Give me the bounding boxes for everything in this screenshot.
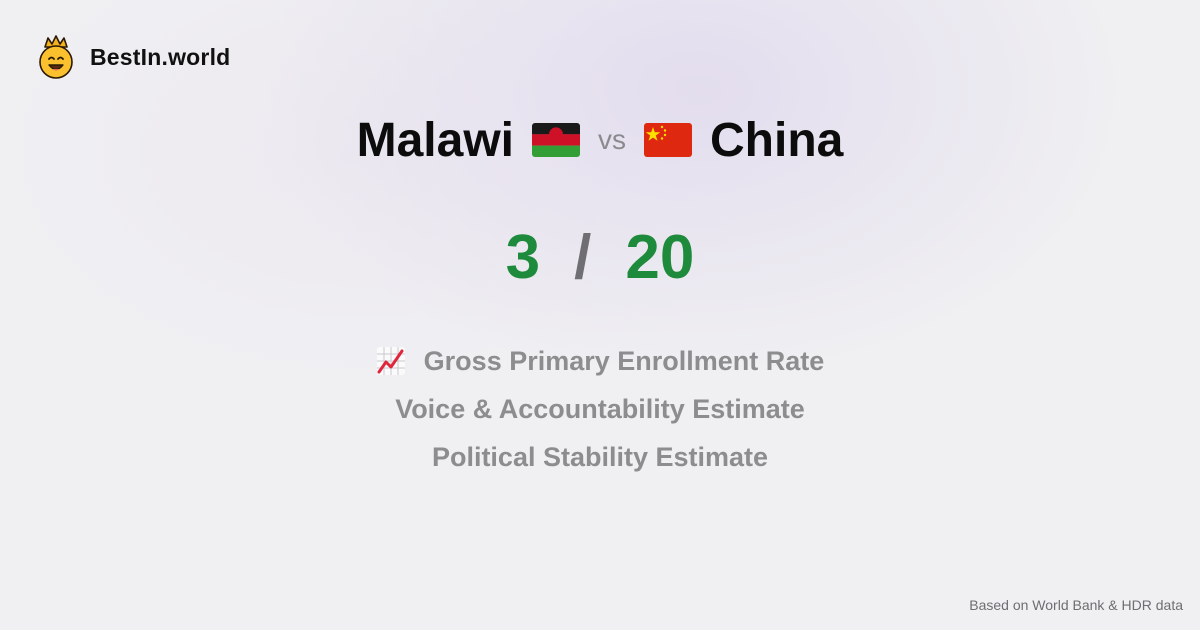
chart-increasing-icon [376, 347, 405, 375]
brand-name: BestIn.world [90, 43, 231, 70]
crowned-smiley-icon [39, 35, 73, 79]
china-flag-icon [644, 123, 693, 157]
metric-label: Voice & Accountability Estimate [395, 393, 805, 424]
score-separator: / [574, 222, 592, 292]
right-country-name: China [710, 113, 844, 167]
left-score: 3 [505, 222, 541, 292]
malawi-flag-icon [532, 123, 581, 157]
metric-item: Gross Primary Enrollment Rate [0, 337, 1200, 385]
comparison-title: Malawi vs China [0, 108, 1200, 172]
metric-label: Political Stability Estimate [431, 441, 769, 472]
right-score: 20 [625, 222, 695, 292]
vs-label: vs [598, 124, 627, 155]
metric-item: Political Stability Estimate [0, 433, 1200, 481]
metrics-list: Gross Primary Enrollment Rate Voice & Ac… [0, 337, 1200, 481]
score: 3 / 20 [0, 222, 1200, 292]
metric-item: Voice & Accountability Estimate [0, 385, 1200, 433]
brand[interactable]: BestIn.world [38, 35, 230, 79]
metric-label: Gross Primary Enrollment Rate [423, 345, 825, 376]
data-source-note: Based on World Bank & HDR data [969, 597, 1183, 613]
left-country-name: Malawi [356, 113, 515, 167]
